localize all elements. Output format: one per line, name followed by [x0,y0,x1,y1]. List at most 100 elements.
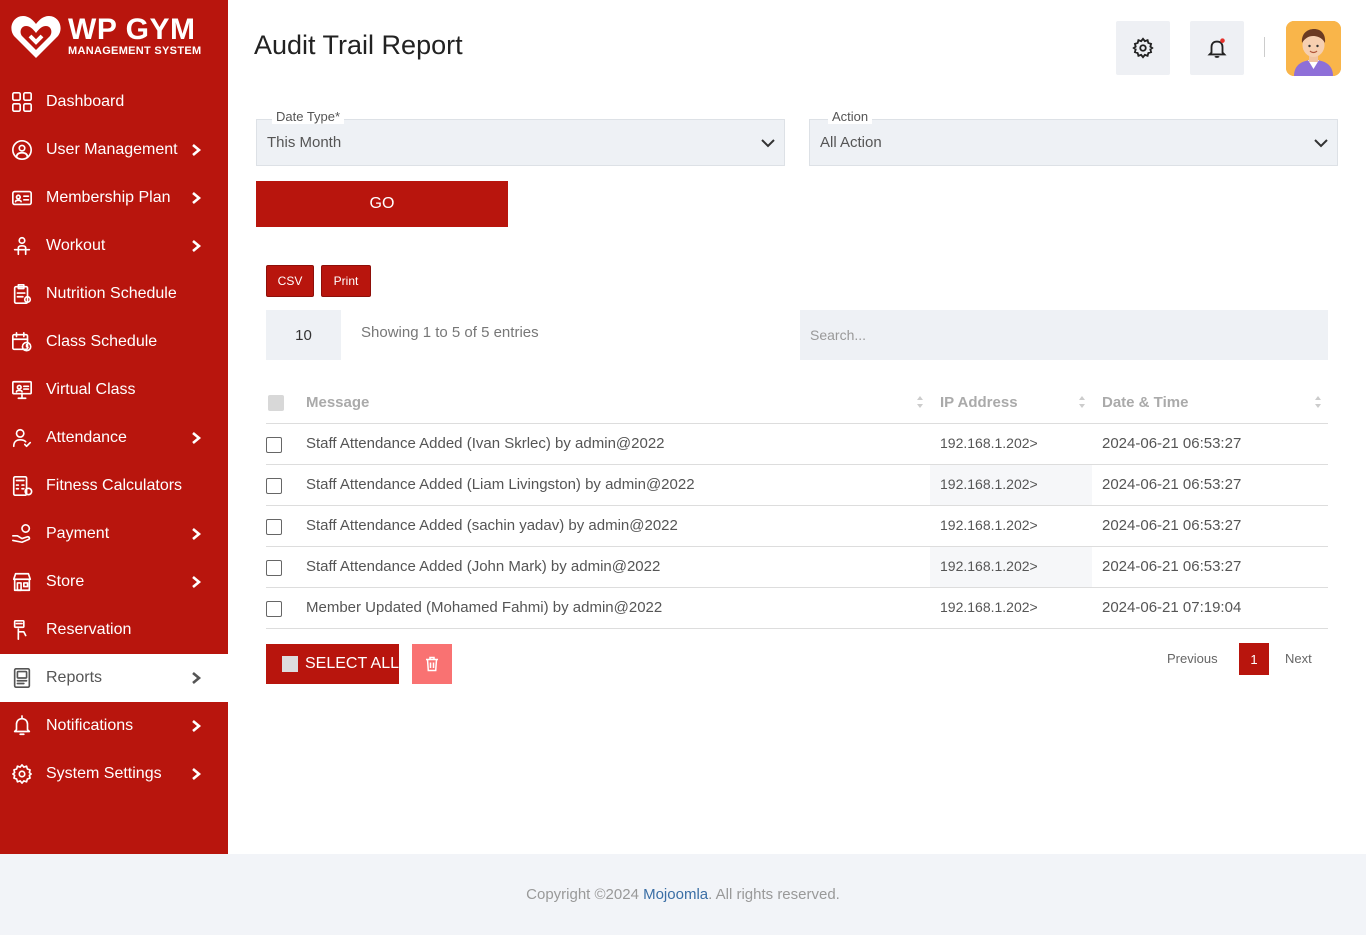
sidebar-item-notifications[interactable]: Notifications [0,702,228,750]
hand-coin-icon [12,524,31,544]
dashboard-grid-icon [12,92,32,112]
brand-title: WP GYM [68,13,196,46]
sidebar-item-label: Store [46,573,85,590]
sidebar-item-label: Fitness Calculators [46,477,183,494]
action-select[interactable]: All Action [809,119,1338,166]
calculator-icon [12,476,33,496]
sidebar-item-virtual-class[interactable]: Virtual Class [0,366,228,414]
cell-datetime: 2024-06-21 06:53:27 [1102,476,1242,493]
page-length-select[interactable]: 10 [266,310,341,360]
sidebar-item-label: Attendance [46,429,127,446]
sidebar-item-label: Dashboard [46,93,125,110]
audit-table: Message IP Address Date & Time Staff Att… [266,383,1328,629]
row-checkbox[interactable] [266,560,282,576]
cell-ip-address: 192.168.1.202> [930,465,1092,505]
dumbbell-user-icon [13,236,31,256]
table-header: Message IP Address Date & Time [266,383,1328,424]
chevron-right-icon [192,576,202,588]
settings-button[interactable] [1116,21,1170,75]
action-label: Action [828,109,873,124]
sidebar-item-attendance[interactable]: Attendance [0,414,228,462]
cell-ip-address: 192.168.1.202> [930,547,1092,587]
row-checkbox[interactable] [266,437,282,453]
csv-button[interactable]: CSV [266,265,314,297]
chevron-right-icon [192,768,202,780]
sidebar-item-label: Notifications [46,717,134,734]
pagination-next[interactable]: Next [1285,651,1312,666]
user-check-icon [12,428,32,448]
bell-icon [13,715,31,736]
select-all-button[interactable]: SELECT ALL [266,644,399,684]
column-header-ip[interactable]: IP Address [940,394,1018,411]
select-all-checkbox[interactable] [268,395,284,411]
sidebar-item-workout[interactable]: Workout [0,222,228,270]
chevron-right-icon [192,144,202,156]
footer-brand-link[interactable]: Mojoomla [643,886,708,903]
sidebar-item-label: User Management [46,141,178,158]
pagination-page-1[interactable]: 1 [1239,643,1269,675]
gear-icon [1132,37,1154,59]
page-title: Audit Trail Report [254,30,463,60]
table-row: Staff Attendance Added (John Mark) by ad… [266,547,1328,588]
footer-copyright: Copyright ©2024 [526,886,644,903]
sidebar-item-reports[interactable]: Reports [0,654,228,702]
sidebar-item-system-settings[interactable]: System Settings [0,750,228,798]
row-checkbox[interactable] [266,478,282,494]
sidebar-item-dashboard[interactable]: Dashboard [0,78,228,126]
table-row: Staff Attendance Added (Ivan Skrlec) by … [266,424,1328,465]
action-value: All Action [820,134,882,151]
pagination-previous[interactable]: Previous [1167,651,1218,666]
cell-message: Staff Attendance Added (Ivan Skrlec) by … [306,435,665,452]
column-header-datetime[interactable]: Date & Time [1102,394,1188,411]
sort-icon[interactable] [1078,395,1086,409]
sidebar-item-fitness-calculators[interactable]: Fitness Calculators [0,462,228,510]
sidebar-nav: Dashboard User Management Membership Plan W… [0,78,228,798]
notifications-button[interactable] [1190,21,1244,75]
sidebar-item-nutrition-schedule[interactable]: Nutrition Schedule [0,270,228,318]
sidebar: WP GYM MANAGEMENT SYSTEM Dashboard User M… [0,0,228,854]
sidebar-item-payment[interactable]: Payment [0,510,228,558]
sort-icon[interactable] [916,395,924,409]
brand-logo[interactable]: WP GYM MANAGEMENT SYSTEM [10,12,220,62]
go-button[interactable]: GO [256,181,508,227]
cell-datetime: 2024-06-21 07:19:04 [1102,599,1242,616]
table-info: Showing 1 to 5 of 5 entries [361,324,539,341]
table-row: Member Updated (Mohamed Fahmi) by admin@… [266,588,1328,629]
bell-icon [1207,38,1227,58]
search-input[interactable] [800,310,1328,360]
user-avatar-icon [1286,21,1341,76]
sidebar-item-user-management[interactable]: User Management [0,126,228,174]
date-type-label: Date Type* [272,109,345,124]
chevron-right-icon [192,192,202,204]
sidebar-item-label: Payment [46,525,110,542]
sidebar-item-reservation[interactable]: Reservation [0,606,228,654]
cell-message: Staff Attendance Added (sachin yadav) by… [306,517,678,534]
print-button[interactable]: Print [321,265,371,297]
sidebar-item-membership-plan[interactable]: Membership Plan [0,174,228,222]
chevron-down-icon [761,139,775,148]
sidebar-item-label: Reservation [46,621,132,638]
row-checkbox[interactable] [266,519,282,535]
id-card-icon [12,190,32,206]
presentation-board-icon [12,380,32,400]
chevron-right-icon [192,240,202,252]
sidebar-item-class-schedule[interactable]: Class Schedule [0,318,228,366]
cell-datetime: 2024-06-21 06:53:27 [1102,435,1242,452]
clipboard-nutrition-icon [13,284,32,304]
user-avatar[interactable] [1286,21,1341,76]
row-checkbox[interactable] [266,601,282,617]
store-icon [12,572,32,592]
delete-button[interactable] [412,644,452,684]
chevron-right-icon [192,672,202,684]
cell-datetime: 2024-06-21 06:53:27 [1102,558,1242,575]
column-header-message[interactable]: Message [306,394,369,411]
brand-subtitle: MANAGEMENT SYSTEM [68,45,202,57]
chevron-right-icon [192,432,202,444]
sort-icon[interactable] [1314,395,1322,409]
sidebar-item-label: Reports [46,669,103,686]
reservation-icon [13,620,27,640]
date-type-select[interactable]: This Month [256,119,785,166]
sidebar-item-store[interactable]: Store [0,558,228,606]
sidebar-item-label: Workout [46,237,106,254]
cell-ip-address: 192.168.1.202> [940,435,1038,451]
